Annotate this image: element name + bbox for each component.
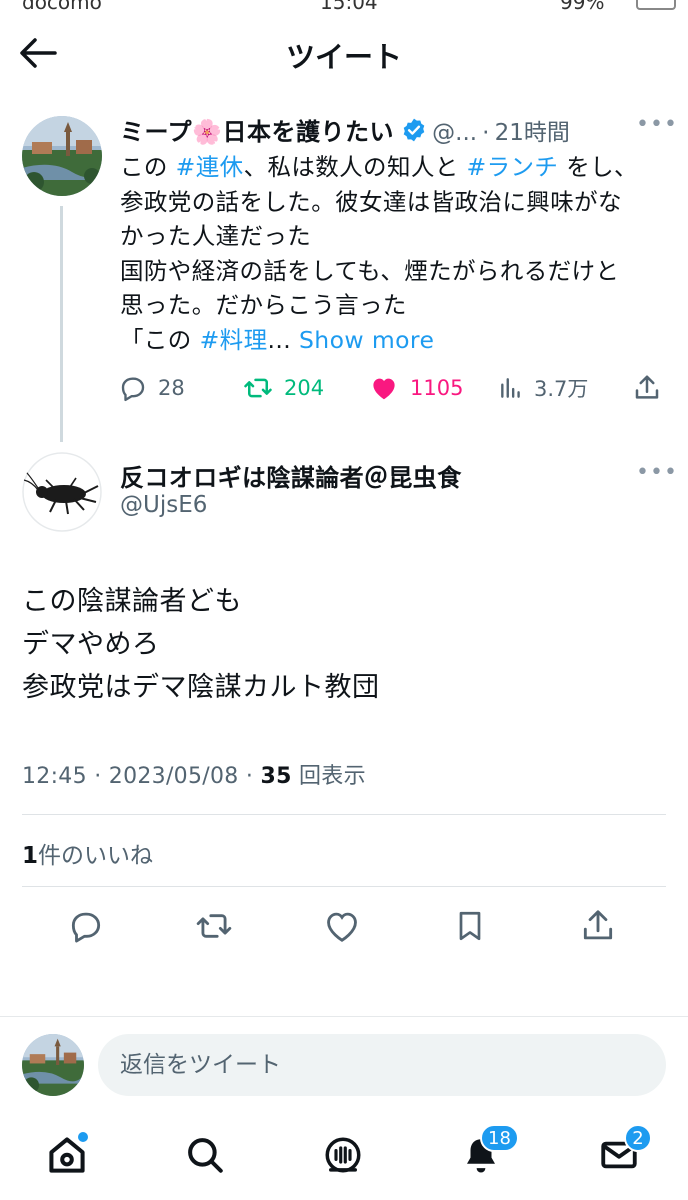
tab-home[interactable] <box>42 1130 92 1180</box>
page-title: ツイート <box>285 40 402 74</box>
tweet-actions: 28 204 1105 3.7万 <box>118 368 678 408</box>
avatar[interactable] <box>22 116 102 196</box>
text-segment: 国防や経済の話をしても、煙たがられるだけと <box>120 256 620 285</box>
tweet-action-bar <box>0 900 688 956</box>
retweet-button[interactable] <box>192 904 236 948</box>
likes-label: 件のいいね <box>38 843 154 869</box>
share-icon <box>583 910 613 940</box>
timestamp[interactable]: 21時間 <box>495 120 570 146</box>
divider <box>22 814 666 815</box>
views-icon <box>501 378 520 398</box>
messages-badge: 2 <box>624 1124 652 1152</box>
text-segment: をし、 <box>558 153 638 181</box>
retweet-count: 204 <box>284 376 325 400</box>
text-segment: 思った。だからこう言った <box>120 291 407 319</box>
like-button[interactable] <box>320 904 364 948</box>
new-posts-dot <box>78 1132 88 1142</box>
hashtag-link[interactable]: #連休 <box>176 153 244 181</box>
bottom-tab-bar: 18 2 <box>0 1120 688 1200</box>
tweet-text-line: 「この #料理... Show more <box>120 323 668 358</box>
reply-button[interactable] <box>64 904 108 948</box>
more-icon[interactable]: ••• <box>636 460 678 485</box>
tweet-text: この陰謀論者ども デマやめろ 参政党はデマ陰謀カルト教団 <box>22 580 380 709</box>
tweet-text-line: 思った。だからこう言った <box>120 288 668 323</box>
view-count: 35 <box>260 764 292 789</box>
like-button[interactable]: 1105 <box>368 368 463 408</box>
hashtag-link[interactable]: #料理 <box>200 326 268 354</box>
divider <box>22 886 666 887</box>
avatar-image <box>22 1034 84 1096</box>
notifications-badge: 18 <box>480 1124 519 1152</box>
reply-icon <box>121 377 145 402</box>
view-label: 回表示 <box>291 764 366 789</box>
views-button[interactable]: 3.7万 <box>498 368 588 408</box>
tweet-text: この #連休、私は数人の知人と #ランチ をし、 参政党の話をした。彼女達は皆政治… <box>120 150 668 357</box>
reply-icon <box>71 912 101 943</box>
views-count: 3.7万 <box>534 377 589 401</box>
share-icon <box>635 375 659 399</box>
carrier-label: docomo <box>22 0 102 14</box>
like-count: 1105 <box>410 376 464 400</box>
text-segment: かった人達だった <box>120 222 312 250</box>
clock-label: 15:04 <box>320 0 378 14</box>
reply-bar <box>0 1030 688 1100</box>
tab-messages[interactable]: 2 <box>594 1124 652 1180</box>
tweet-datetime[interactable]: 12:45 · 2023/05/08 · <box>22 764 260 789</box>
author-handle[interactable]: @... <box>432 120 477 146</box>
reply-button[interactable]: 28 <box>118 368 185 408</box>
avatar[interactable] <box>22 1034 84 1096</box>
search-icon <box>188 1138 223 1173</box>
tweet-header: ミープ🌸日本を護りたい @... · 21時間 <box>120 112 660 148</box>
tweet-text-line: この陰謀論者ども <box>22 586 242 617</box>
text-segment: 「この <box>120 325 200 354</box>
bookmark-button[interactable] <box>448 904 492 948</box>
hashtag-link[interactable]: #ランチ <box>467 153 559 181</box>
author-name[interactable]: 反コオロギは陰謀論者＠昆虫食 <box>120 458 462 493</box>
likes-summary[interactable]: 1件のいいね <box>22 836 153 870</box>
heart-icon <box>327 912 357 942</box>
tweet-text-line: 参政党はデマ陰謀カルト教団 <box>22 672 380 703</box>
avatar[interactable] <box>22 452 102 532</box>
tweet-text-line: デマやめろ <box>22 629 160 660</box>
tweet-text-line: この #連休、私は数人の知人と #ランチ をし、 <box>120 150 668 185</box>
tab-notifications[interactable]: 18 <box>456 1124 519 1180</box>
tab-spaces[interactable] <box>318 1130 368 1180</box>
text-segment: この <box>120 153 176 181</box>
battery-icon <box>636 0 676 10</box>
show-more-link[interactable]: Show more <box>299 326 434 354</box>
retweet-icon <box>196 914 232 938</box>
author-handle[interactable]: @UjsE6 <box>120 492 207 518</box>
reply-count: 28 <box>158 376 185 400</box>
avatar-image <box>22 452 102 532</box>
more-icon[interactable]: ••• <box>636 112 678 137</box>
header: ツイート <box>0 24 688 80</box>
spaces-icon <box>325 1137 361 1173</box>
tab-search[interactable] <box>180 1130 230 1180</box>
status-bar: docomo 15:04 99% <box>0 0 688 14</box>
tweet-text-line: 国防や経済の話をしても、煙たがられるだけと <box>120 254 668 289</box>
separator: · <box>482 120 490 146</box>
reply-input[interactable] <box>98 1034 666 1096</box>
avatar-image <box>22 116 102 196</box>
tweet-meta: 12:45 · 2023/05/08 · 35 回表示 <box>22 758 366 790</box>
battery-label: 99% <box>560 0 605 14</box>
share-button[interactable] <box>576 904 620 948</box>
retweet-button[interactable]: 204 <box>242 368 324 408</box>
divider <box>0 1016 688 1017</box>
text-segment: 、私は数人の知人と <box>243 153 467 181</box>
text-segment: ... <box>267 325 299 354</box>
text-segment: 参政党の話をした。彼女達は皆政治に興味がな <box>120 187 622 216</box>
verified-icon <box>401 117 427 147</box>
bookmark-icon <box>459 911 481 941</box>
retweet-icon <box>244 378 272 398</box>
share-button[interactable] <box>632 368 662 408</box>
tweet-text-line: かった人達だった <box>120 219 668 254</box>
tweet-text-line: 参政党の話をした。彼女達は皆政治に興味がな <box>120 185 668 220</box>
thread-line <box>60 206 63 442</box>
heart-icon <box>373 378 395 400</box>
likes-count: 1 <box>22 843 39 869</box>
author-name[interactable]: ミープ🌸日本を護りたい <box>120 118 394 146</box>
